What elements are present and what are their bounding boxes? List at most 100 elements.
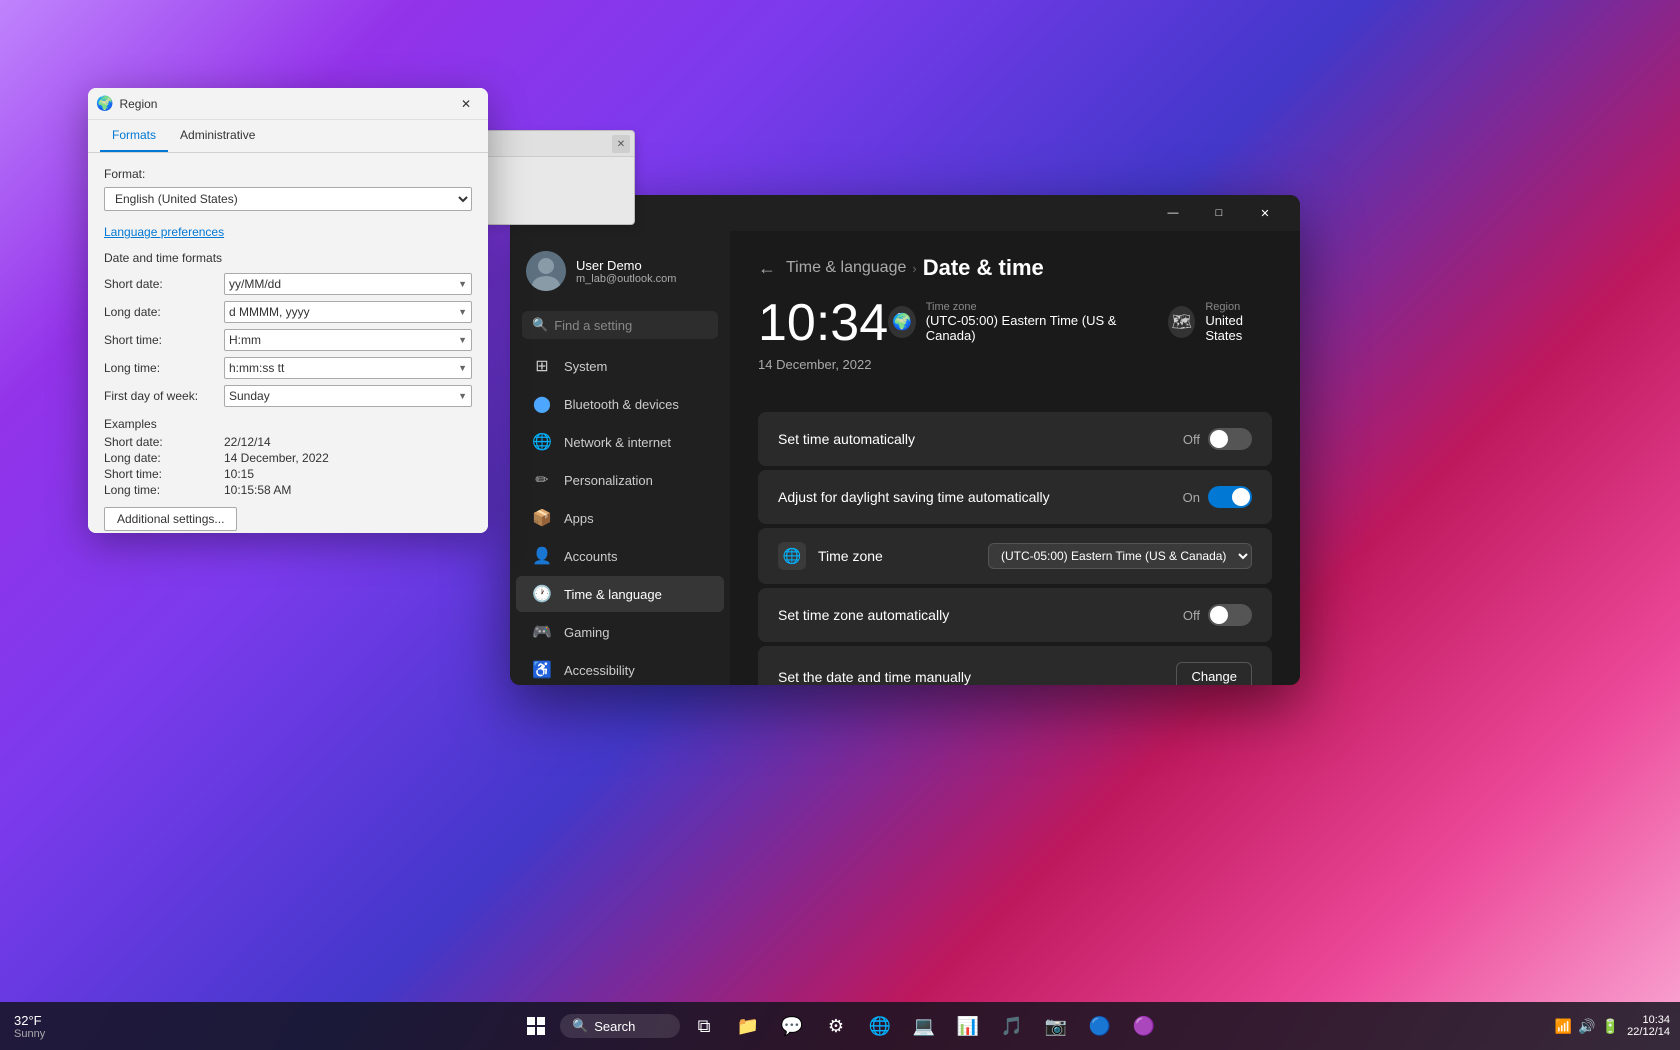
minimize-button[interactable]: — [1150, 197, 1196, 229]
taskbar-right: 📶 🔊 🔋 10:34 22/12/14 [1555, 1014, 1670, 1038]
sidebar-item-gaming[interactable]: 🎮 Gaming [516, 614, 724, 650]
sidebar-label-network: Network & internet [564, 435, 671, 450]
long-date-select[interactable]: d MMMM, yyyy ▼ [224, 301, 472, 323]
clock-date: 22/12/14 [1627, 1026, 1670, 1038]
chevron-down-icon-5: ▼ [458, 391, 467, 401]
example-short-date-value: 22/12/14 [224, 435, 271, 449]
wifi-icon[interactable]: 📶 [1555, 1018, 1572, 1035]
breadcrumb-parent: Time & language [786, 259, 906, 277]
browser-button[interactable]: 🌐 [860, 1006, 900, 1046]
terminal-button[interactable]: 💻 [904, 1006, 944, 1046]
short-date-value: yy/MM/dd [229, 277, 281, 291]
weather-desc: Sunny [14, 1028, 45, 1040]
taskbar-weather: 32°F Sunny [10, 1009, 49, 1044]
set-time-auto-toggle-label: Off [1183, 432, 1200, 447]
sidebar-item-personalization[interactable]: ✏ Personalization [516, 462, 724, 498]
set-timezone-toggle-label: Off [1183, 608, 1200, 623]
sidebar-label-apps: Apps [564, 511, 594, 526]
first-day-label: First day of week: [104, 389, 224, 403]
battery-icon[interactable]: 🔋 [1602, 1018, 1619, 1035]
sidebar-item-time[interactable]: 🕐 Time & language [516, 576, 724, 612]
format-section-title: Format: [104, 167, 472, 181]
taskbar-search[interactable]: 🔍 Search [560, 1014, 680, 1038]
app2-button[interactable]: 🎵 [992, 1006, 1032, 1046]
example-long-date: Long date: 14 December, 2022 [104, 451, 472, 465]
mail-button[interactable]: 💬 [772, 1006, 812, 1046]
find-setting-input[interactable] [554, 318, 708, 333]
accounts-icon: 👤 [532, 546, 552, 566]
short-time-select[interactable]: H:mm ▼ [224, 329, 472, 351]
first-day-select[interactable]: Sunday ▼ [224, 385, 472, 407]
tab-formats[interactable]: Formats [100, 120, 168, 152]
personalization-icon: ✏ [532, 470, 552, 490]
daylight-toggle[interactable] [1208, 486, 1252, 508]
short-date-select[interactable]: yy/MM/dd ▼ [224, 273, 472, 295]
change-button[interactable]: Change [1176, 662, 1252, 685]
daylight-saving-label: Adjust for daylight saving time automati… [778, 489, 1183, 505]
long-time-value: h:mm:ss tt [229, 361, 284, 375]
example-long-time-label: Long time: [104, 483, 224, 497]
set-timezone-toggle[interactable] [1208, 604, 1252, 626]
app1-button[interactable]: 📊 [948, 1006, 988, 1046]
timezone-dropdown[interactable]: (UTC-05:00) Eastern Time (US & Canada) [988, 543, 1252, 569]
sidebar-item-network[interactable]: 🌐 Network & internet [516, 424, 724, 460]
set-time-auto-toggle[interactable] [1208, 428, 1252, 450]
region-titlebar: 🌍 Region ✕ [88, 88, 488, 120]
user-info: User Demo m_lab@outlook.com [576, 258, 676, 285]
taskbar-center: 🔍 Search ⧉ 📁 💬 ⚙ 🌐 💻 📊 🎵 📷 🔵 🟣 [516, 1006, 1164, 1046]
first-day-row: First day of week: Sunday ▼ [104, 385, 472, 407]
settings-main: ← Time & language › Date & time 10:34 14… [730, 231, 1300, 685]
settings-body: User Demo m_lab@outlook.com 🔍 ⊞ System ⬤… [510, 231, 1300, 685]
file-explorer-button[interactable]: 📁 [728, 1006, 768, 1046]
apps-icon: 📦 [532, 508, 552, 528]
current-date: 14 December, 2022 [758, 357, 888, 372]
sidebar-item-accessibility[interactable]: ♿ Accessibility [516, 652, 724, 685]
timezone-info-label: Time zone [926, 301, 1136, 313]
manual-date-row: Set the date and time manually Change [758, 646, 1272, 685]
app5-button[interactable]: 🟣 [1124, 1006, 1164, 1046]
chevron-down-icon-3: ▼ [458, 335, 467, 345]
set-time-auto-row: Set time automatically Off [758, 412, 1272, 466]
close-button[interactable]: ✕ [1242, 197, 1288, 229]
region-close-button[interactable]: ✕ [452, 93, 480, 115]
example-short-time: Short time: 10:15 [104, 467, 472, 481]
background-dialog-close[interactable]: ✕ [612, 135, 630, 153]
taskbar-clock[interactable]: 10:34 22/12/14 [1627, 1014, 1670, 1038]
timezone-info-value: (UTC-05:00) Eastern Time (US & Canada) [926, 313, 1136, 343]
settings-taskbar-button[interactable]: ⚙ [816, 1006, 856, 1046]
region-info-label: Region [1205, 301, 1272, 313]
additional-settings-button[interactable]: Additional settings... [104, 507, 237, 531]
accessibility-icon: ♿ [532, 660, 552, 680]
tab-administrative[interactable]: Administrative [168, 120, 267, 152]
user-section[interactable]: User Demo m_lab@outlook.com [510, 239, 730, 303]
breadcrumb-current: Date & time [923, 255, 1044, 281]
language-preferences-link[interactable]: Language preferences [104, 225, 472, 239]
background-dialog: ✕ [480, 130, 635, 225]
sidebar-item-accounts[interactable]: 👤 Accounts [516, 538, 724, 574]
set-timezone-auto-label: Set time zone automatically [778, 607, 1183, 623]
window-controls: — □ ✕ [1150, 197, 1288, 229]
region-icon-title: 🌍 [96, 95, 113, 112]
app3-button[interactable]: 📷 [1036, 1006, 1076, 1046]
sidebar-item-apps[interactable]: 📦 Apps [516, 500, 724, 536]
volume-icon[interactable]: 🔊 [1578, 1018, 1595, 1035]
back-arrow[interactable]: ← [758, 258, 776, 279]
sidebar-item-system[interactable]: ⊞ System [516, 348, 724, 384]
task-view-button[interactable]: ⧉ [684, 1006, 724, 1046]
toggle-knob [1210, 430, 1228, 448]
chevron-down-icon-2: ▼ [458, 307, 467, 317]
format-select[interactable]: English (United States) [104, 187, 472, 211]
search-icon-taskbar: 🔍 [572, 1018, 588, 1034]
start-button[interactable] [516, 1006, 556, 1046]
user-email: m_lab@outlook.com [576, 273, 676, 285]
maximize-button[interactable]: □ [1196, 197, 1242, 229]
long-time-select[interactable]: h:mm:ss tt ▼ [224, 357, 472, 379]
taskbar-left: 32°F Sunny [0, 1009, 49, 1044]
sidebar-label-gaming: Gaming [564, 625, 610, 640]
search-label: Search [594, 1019, 635, 1034]
timezone-row: 🌐 Time zone (UTC-05:00) Eastern Time (US… [758, 528, 1272, 584]
chevron-down-icon-4: ▼ [458, 363, 467, 373]
example-long-time: Long time: 10:15:58 AM [104, 483, 472, 497]
app4-button[interactable]: 🔵 [1080, 1006, 1120, 1046]
sidebar-item-bluetooth[interactable]: ⬤ Bluetooth & devices [516, 386, 724, 422]
